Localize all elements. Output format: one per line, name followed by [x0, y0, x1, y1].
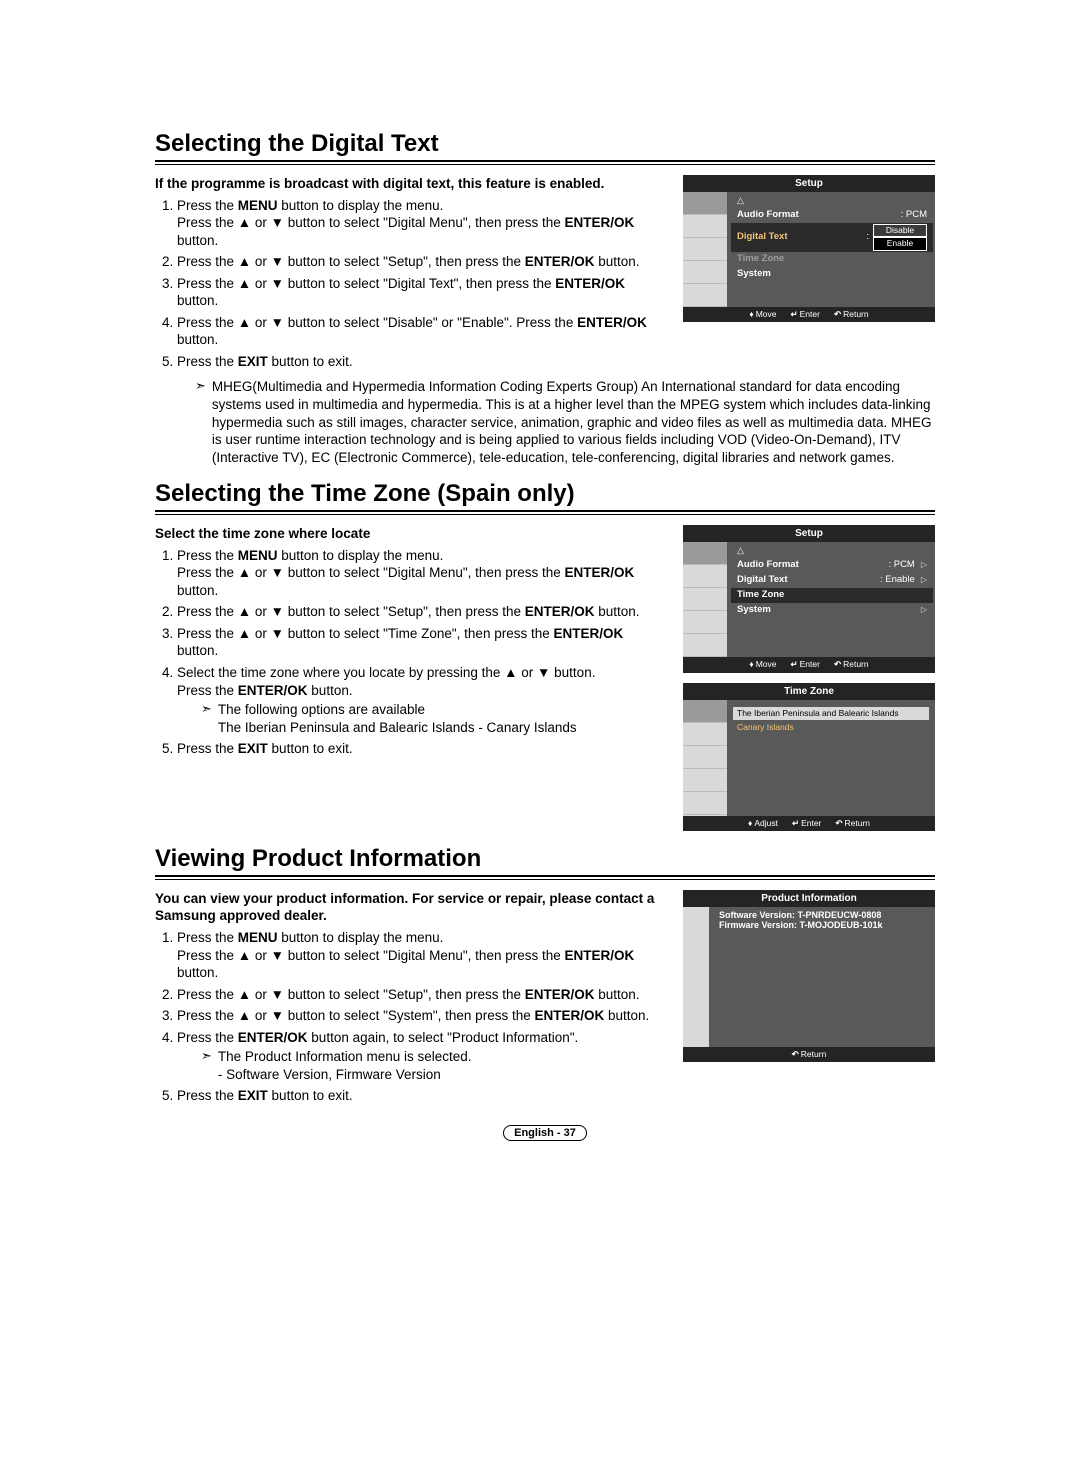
tv-title: Product Information [683, 890, 935, 907]
text-column: Select the time zone where locate Press … [155, 525, 663, 762]
section-title: Selecting the Time Zone (Spain only) [155, 480, 935, 508]
tv-sidebar [683, 907, 709, 1047]
sub-note: The Product Information menu is selected… [201, 1048, 663, 1083]
section-body: You can view your product information. F… [155, 890, 935, 1109]
step-item: Press the ▲ or ▼ button to select "Setup… [177, 253, 663, 271]
tv-main: Software Version: T-PNRDEUCW-0808 Firmwa… [709, 907, 891, 1047]
tv-footer: ↶Return [683, 1047, 935, 1062]
step-item: Press the ▲ or ▼ button to select "Digit… [177, 275, 663, 310]
section-product-info: Viewing Product Information You can view… [155, 845, 935, 1109]
tz-option: Canary Islands [733, 721, 929, 734]
step-item: Press the ▲ or ▼ button to select "Setup… [177, 603, 663, 621]
tv-title: Setup [683, 525, 935, 542]
step-item: Press the EXIT button to exit. [177, 353, 663, 371]
tv-main: △ Audio Format: PCM▷ Digital Text: Enabl… [727, 542, 935, 657]
step-item: Press the MENU button to display the men… [177, 197, 663, 250]
step-list: Press the MENU button to display the men… [155, 197, 663, 371]
tv-footer: ♦Move ↵Enter ↶Return [683, 657, 935, 672]
page-number: English - 37 [503, 1125, 587, 1141]
intro-text: If the programme is broadcast with digit… [155, 175, 663, 193]
tv-sidebar [683, 192, 727, 307]
note-arrow-icon [195, 378, 206, 466]
tv-menu-digital-text: Setup △ Audio Format: PCM Digital Text:D… [683, 175, 935, 322]
note: MHEG(Multimedia and Hypermedia Informati… [195, 378, 935, 466]
step-item: Press the ▲ or ▼ button to select "Syste… [177, 1007, 663, 1025]
intro-text: You can view your product information. F… [155, 890, 663, 925]
note-arrow-icon [201, 1048, 212, 1083]
tv-title: Setup [683, 175, 935, 192]
tz-option-selected: The Iberian Peninsula and Balearic Islan… [733, 707, 929, 720]
tv-footer: ♦Move ↵Enter ↶Return [683, 307, 935, 322]
tv-title: Time Zone [683, 683, 935, 700]
up-icon: △ [737, 546, 927, 555]
step-list: Press the MENU button to display the men… [155, 547, 663, 758]
tv-footer: ♦Adjust ↵Enter ↶Return [683, 816, 935, 831]
sub-note: The following options are available The … [201, 701, 663, 736]
manual-page: Selecting the Digital Text If the progra… [0, 0, 1080, 1181]
sub-note-lead: The Product Information menu is selected… [218, 1049, 472, 1064]
section-time-zone: Selecting the Time Zone (Spain only) Sel… [155, 480, 935, 831]
tv-sidebar [683, 542, 727, 657]
step-item: Press the MENU button to display the men… [177, 547, 663, 600]
section-body: Select the time zone where locate Press … [155, 525, 935, 831]
tv-main: △ Audio Format: PCM Digital Text:Disable… [727, 192, 935, 307]
tv-menu-timezone-list: Time Zone The Iberian Peninsula and Bale… [683, 683, 935, 831]
prod-line: Firmware Version: T-MOJODEUB-101k [719, 921, 883, 931]
step-item: Press the EXIT button to exit. [177, 1087, 663, 1105]
tv-menu-product-info: Product Information Software Version: T-… [683, 890, 935, 1062]
divider [155, 510, 935, 515]
tv-main: The Iberian Peninsula and Balearic Islan… [727, 700, 935, 816]
sub-note-body: - Software Version, Firmware Version [218, 1067, 441, 1082]
sub-note-lead: The following options are available [218, 702, 425, 717]
note-arrow-icon [201, 701, 212, 736]
tv-sidebar [683, 700, 727, 816]
step-item: Select the time zone where you locate by… [177, 664, 663, 736]
divider [155, 875, 935, 880]
step-item: Press the ENTER/OK button again, to sele… [177, 1029, 663, 1084]
section-title: Selecting the Digital Text [155, 130, 935, 158]
tv-menu-setup-timezone: Setup △ Audio Format: PCM▷ Digital Text:… [683, 525, 935, 672]
step-item: Press the ▲ or ▼ button to select "Setup… [177, 986, 663, 1004]
section-title: Viewing Product Information [155, 845, 935, 873]
divider [155, 160, 935, 165]
section-body: If the programme is broadcast with digit… [155, 175, 935, 374]
screenshot-column: Setup △ Audio Format: PCM Digital Text:D… [683, 175, 935, 322]
step-item: Press the EXIT button to exit. [177, 740, 663, 758]
intro-text: Select the time zone where locate [155, 525, 663, 543]
up-icon: △ [737, 196, 927, 205]
note-text: MHEG(Multimedia and Hypermedia Informati… [212, 378, 935, 466]
text-column: You can view your product information. F… [155, 890, 663, 1109]
sub-note-body: The Iberian Peninsula and Balearic Islan… [218, 720, 577, 735]
step-item: Press the MENU button to display the men… [177, 929, 663, 982]
step-list: Press the MENU button to display the men… [155, 929, 663, 1105]
page-number-wrap: English - 37 [155, 1123, 935, 1141]
screenshot-column: Setup △ Audio Format: PCM▷ Digital Text:… [683, 525, 935, 831]
section-digital-text: Selecting the Digital Text If the progra… [155, 130, 935, 466]
text-column: If the programme is broadcast with digit… [155, 175, 663, 374]
screenshot-column: Product Information Software Version: T-… [683, 890, 935, 1062]
step-item: Press the ▲ or ▼ button to select "Disab… [177, 314, 663, 349]
step-item: Press the ▲ or ▼ button to select "Time … [177, 625, 663, 660]
